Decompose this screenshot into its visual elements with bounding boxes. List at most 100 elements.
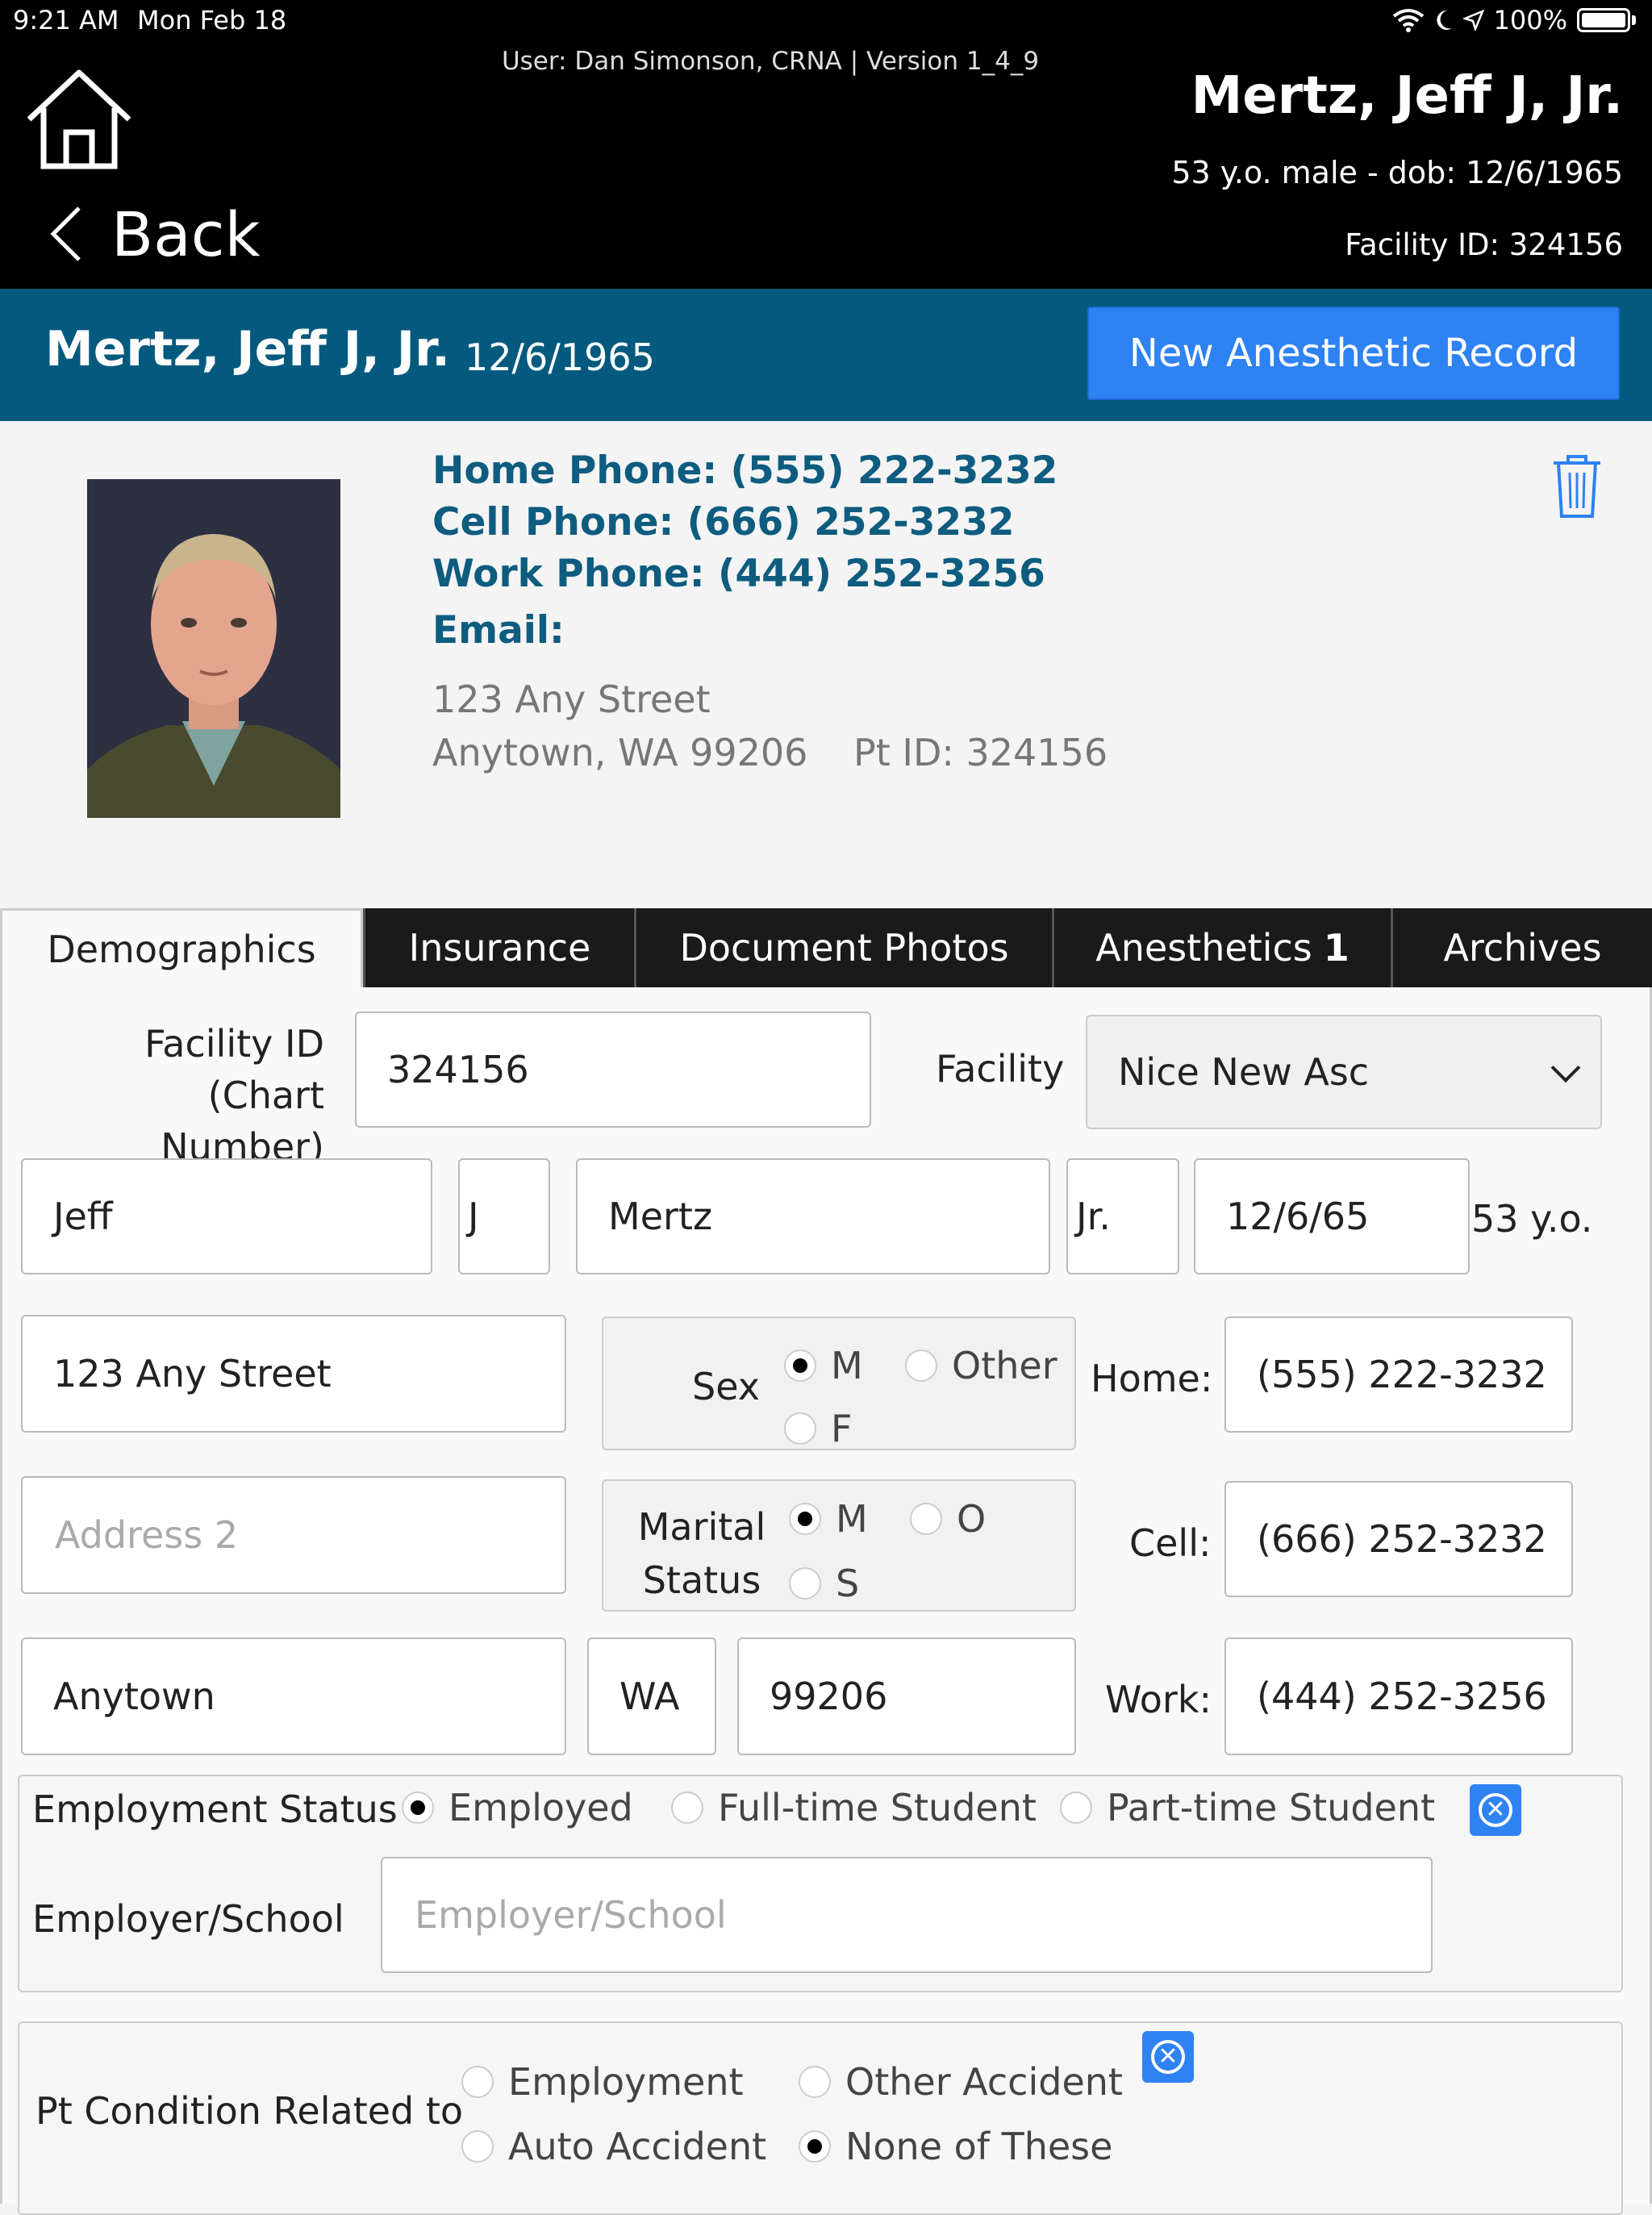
tab-document-photos[interactable]: Document Photos bbox=[634, 908, 1052, 987]
address-line-1: 123 Any Street bbox=[432, 678, 711, 721]
tab-bar: Demographics Insurance Document Photos A… bbox=[0, 908, 1652, 989]
employment-option-employed-label: Employed bbox=[448, 1786, 633, 1829]
pt-condition-label: Pt Condition Related to bbox=[35, 2089, 464, 2133]
facility-label: Facility bbox=[936, 1047, 1065, 1091]
tab-anesthetics-badge: 1 bbox=[1323, 926, 1350, 970]
state-input[interactable]: WA bbox=[587, 1637, 716, 1755]
marital-option-m-label: M bbox=[836, 1497, 868, 1541]
facility-id-label-line1: Facility ID bbox=[144, 1022, 324, 1066]
patient-portrait bbox=[87, 479, 340, 818]
tab-demographics[interactable]: Demographics bbox=[0, 908, 363, 987]
home-icon[interactable] bbox=[24, 68, 134, 171]
chevron-down-icon bbox=[1550, 1053, 1581, 1083]
work-phone-label: Work: bbox=[1105, 1678, 1212, 1721]
address1-input[interactable]: 123 Any Street bbox=[21, 1315, 566, 1433]
back-label: Back bbox=[111, 198, 261, 270]
location-icon bbox=[1462, 10, 1484, 31]
sex-radio-other[interactable]: Other bbox=[905, 1344, 1058, 1387]
address2-input[interactable] bbox=[21, 1476, 566, 1594]
clear-condition-button[interactable]: ✕ bbox=[1142, 2031, 1194, 2083]
header-age-dob: 53 y.o. male - dob: 12/6/1965 bbox=[1171, 155, 1623, 190]
header-facility-id: Facility ID: 324156 bbox=[1345, 227, 1623, 262]
address-line-2: Anytown, WA 99206 bbox=[432, 731, 808, 774]
first-name-input[interactable]: Jeff bbox=[21, 1158, 432, 1274]
marital-radio-m[interactable]: M bbox=[789, 1497, 868, 1541]
facility-select-value: Nice New Asc bbox=[1118, 1050, 1370, 1094]
facility-id-input[interactable]: 324156 bbox=[355, 1012, 871, 1128]
city-input[interactable]: Anytown bbox=[21, 1637, 566, 1755]
condition-option-auto-accident-label: Auto Accident bbox=[508, 2125, 767, 2168]
marital-option-s-label: S bbox=[836, 1562, 860, 1605]
patient-dob: 12/6/1965 bbox=[465, 336, 655, 379]
tab-insurance[interactable]: Insurance bbox=[363, 908, 634, 987]
moon-icon bbox=[1436, 10, 1452, 30]
last-name-input[interactable]: Mertz bbox=[576, 1158, 1050, 1274]
work-phone-line[interactable]: Work Phone: (444) 252-3256 bbox=[432, 552, 1045, 596]
employment-option-fulltime-label: Full-time Student bbox=[718, 1786, 1037, 1829]
employer-school-input[interactable] bbox=[381, 1857, 1433, 1973]
age-label: 53 y.o. bbox=[1471, 1197, 1593, 1241]
clear-employment-button[interactable]: ✕ bbox=[1470, 1784, 1521, 1836]
trash-icon[interactable] bbox=[1549, 452, 1605, 519]
radio-selected-icon bbox=[402, 1792, 434, 1824]
employment-option-parttime-label: Part-time Student bbox=[1107, 1786, 1436, 1829]
condition-radio-none-of-these[interactable]: None of These bbox=[799, 2125, 1112, 2168]
condition-option-other-accident-label: Other Accident bbox=[845, 2060, 1123, 2104]
radio-unselected-icon bbox=[905, 1349, 937, 1382]
condition-option-none-label: None of These bbox=[845, 2125, 1113, 2168]
marital-radio-s[interactable]: S bbox=[789, 1562, 859, 1605]
home-phone-input[interactable]: (555) 222-3232 bbox=[1224, 1316, 1573, 1433]
sex-option-m-label: M bbox=[831, 1344, 863, 1387]
status-indicators: 100% bbox=[1392, 5, 1636, 35]
sex-radio-f[interactable]: F bbox=[784, 1407, 852, 1450]
radio-unselected-icon bbox=[910, 1503, 942, 1535]
close-icon: ✕ bbox=[1479, 1793, 1512, 1827]
radio-selected-icon bbox=[784, 1349, 816, 1382]
radio-unselected-icon bbox=[671, 1792, 703, 1824]
facility-id-label-line2: (Chart Number) bbox=[161, 1074, 324, 1169]
chevron-left-icon bbox=[50, 206, 81, 261]
work-phone-input[interactable]: (444) 252-3256 bbox=[1224, 1637, 1573, 1755]
marital-option-o-label: O bbox=[957, 1497, 987, 1541]
suffix-input[interactable]: Jr. bbox=[1066, 1158, 1179, 1274]
condition-radio-other-accident[interactable]: Other Accident bbox=[799, 2060, 1123, 2104]
cell-phone-label: Cell: bbox=[1129, 1521, 1212, 1565]
back-button[interactable]: Back bbox=[50, 195, 261, 273]
condition-radio-auto-accident[interactable]: Auto Accident bbox=[461, 2125, 766, 2168]
sex-radio-m[interactable]: M bbox=[784, 1344, 863, 1387]
radio-selected-icon bbox=[789, 1503, 821, 1535]
tab-archives[interactable]: Archives bbox=[1391, 908, 1652, 987]
employment-status-label: Employment Status bbox=[32, 1787, 398, 1831]
marital-radio-o[interactable]: O bbox=[910, 1497, 986, 1541]
cell-phone-line[interactable]: Cell Phone: (666) 252-3232 bbox=[432, 500, 1015, 544]
sex-label: Sex bbox=[692, 1365, 760, 1408]
status-date: Mon Feb 18 bbox=[137, 5, 287, 35]
radio-unselected-icon bbox=[461, 2066, 494, 2098]
home-phone-line[interactable]: Home Phone: (555) 222-3232 bbox=[432, 448, 1058, 493]
radio-unselected-icon bbox=[461, 2130, 494, 2163]
radio-unselected-icon bbox=[1060, 1792, 1092, 1824]
employment-radio-employed[interactable]: Employed bbox=[402, 1786, 633, 1829]
close-icon: ✕ bbox=[1151, 2040, 1185, 2074]
marital-label-line1: Marital bbox=[637, 1505, 766, 1549]
employment-radio-full-time-student[interactable]: Full-time Student bbox=[671, 1786, 1037, 1829]
address2-field[interactable] bbox=[53, 1512, 565, 1558]
patient-id: Pt ID: 324156 bbox=[853, 731, 1108, 774]
radio-selected-icon bbox=[799, 2130, 831, 2163]
employer-school-field[interactable] bbox=[413, 1892, 1431, 1938]
wifi-icon bbox=[1392, 9, 1424, 32]
facility-id-label: Facility ID (Chart Number) bbox=[47, 1018, 324, 1173]
cell-phone-input[interactable]: (666) 252-3232 bbox=[1224, 1481, 1573, 1597]
condition-radio-employment[interactable]: Employment bbox=[461, 2060, 744, 2104]
employment-radio-part-time-student[interactable]: Part-time Student bbox=[1060, 1786, 1435, 1829]
tab-anesthetics[interactable]: Anesthetics 1 bbox=[1052, 908, 1391, 987]
zip-input[interactable]: 99206 bbox=[737, 1637, 1076, 1755]
patient-bar: Mertz, Jeff J, Jr. 12/6/1965 New Anesthe… bbox=[0, 289, 1652, 421]
dob-input[interactable]: 12/6/65 bbox=[1194, 1158, 1470, 1274]
condition-option-employment-label: Employment bbox=[508, 2060, 744, 2104]
email-line[interactable]: Email: bbox=[432, 608, 565, 653]
facility-select[interactable]: Nice New Asc bbox=[1086, 1015, 1602, 1129]
middle-initial-input[interactable]: J bbox=[458, 1158, 550, 1274]
new-anesthetic-record-button[interactable]: New Anesthetic Record bbox=[1087, 307, 1620, 400]
patient-photo[interactable] bbox=[87, 479, 340, 818]
